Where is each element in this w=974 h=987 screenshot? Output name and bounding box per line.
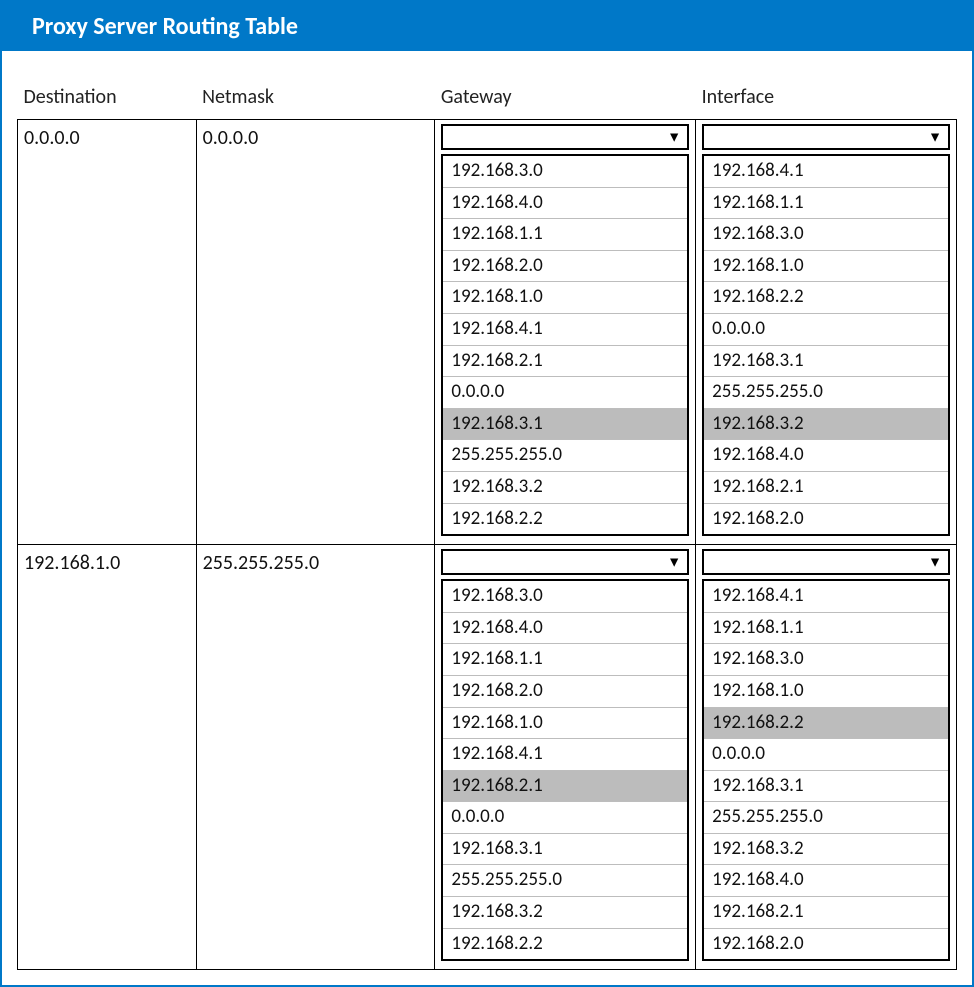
gateway-option[interactable]: 0.0.0.0 <box>443 377 687 409</box>
header-gateway: Gateway <box>435 81 696 120</box>
interface-option[interactable]: 192.168.2.2 <box>704 708 948 740</box>
table-row: 192.168.1.0255.255.255.0▼192.168.3.0192.… <box>18 545 957 970</box>
interface-dropdown[interactable]: ▼192.168.4.1192.168.1.1192.168.3.0192.16… <box>702 124 950 536</box>
gateway-dropdown-header[interactable]: ▼ <box>441 124 689 150</box>
interface-option[interactable]: 192.168.4.1 <box>704 581 948 613</box>
interface-option[interactable]: 255.255.255.0 <box>704 802 948 834</box>
header-netmask: Netmask <box>196 81 435 120</box>
title-bar: Proxy Server Routing Table <box>2 2 972 51</box>
gateway-option[interactable]: 255.255.255.0 <box>443 440 687 472</box>
chevron-down-icon: ▼ <box>667 554 681 571</box>
interface-dropdown-header[interactable]: ▼ <box>702 124 950 150</box>
gateway-option[interactable]: 192.168.2.1 <box>443 346 687 378</box>
gateway-option[interactable]: 192.168.3.0 <box>443 156 687 188</box>
gateway-option[interactable]: 192.168.2.2 <box>443 504 687 535</box>
gateway-option[interactable]: 192.168.1.1 <box>443 644 687 676</box>
gateway-dropdown[interactable]: ▼192.168.3.0192.168.4.0192.168.1.1192.16… <box>441 124 689 536</box>
interface-option[interactable]: 192.168.2.1 <box>704 472 948 504</box>
gateway-option[interactable]: 192.168.1.1 <box>443 219 687 251</box>
gateway-dropdown-header[interactable]: ▼ <box>441 549 689 575</box>
content-area: Destination Netmask Gateway Interface 0.… <box>2 51 972 985</box>
gateway-option[interactable]: 192.168.3.1 <box>443 834 687 866</box>
interface-option[interactable]: 192.168.1.1 <box>704 188 948 220</box>
interface-cell: ▼192.168.4.1192.168.1.1192.168.3.0192.16… <box>696 120 957 545</box>
gateway-option[interactable]: 192.168.3.2 <box>443 897 687 929</box>
routing-table: Destination Netmask Gateway Interface 0.… <box>17 81 957 970</box>
interface-option[interactable]: 0.0.0.0 <box>704 739 948 771</box>
gateway-option[interactable]: 192.168.2.2 <box>443 929 687 960</box>
interface-option[interactable]: 192.168.1.1 <box>704 613 948 645</box>
gateway-option[interactable]: 192.168.3.1 <box>443 409 687 441</box>
chevron-down-icon: ▼ <box>928 129 942 146</box>
interface-dropdown-list: 192.168.4.1192.168.1.1192.168.3.0192.168… <box>702 154 950 536</box>
interface-option[interactable]: 192.168.1.0 <box>704 251 948 283</box>
interface-cell: ▼192.168.4.1192.168.1.1192.168.3.0192.16… <box>696 545 957 970</box>
gateway-option[interactable]: 0.0.0.0 <box>443 802 687 834</box>
header-destination: Destination <box>18 81 197 120</box>
chevron-down-icon: ▼ <box>667 129 681 146</box>
gateway-option[interactable]: 192.168.4.0 <box>443 613 687 645</box>
interface-option[interactable]: 192.168.3.2 <box>704 834 948 866</box>
netmask-cell: 255.255.255.0 <box>196 545 435 970</box>
header-interface: Interface <box>696 81 957 120</box>
interface-option[interactable]: 255.255.255.0 <box>704 377 948 409</box>
interface-option[interactable]: 192.168.3.1 <box>704 346 948 378</box>
interface-option[interactable]: 192.168.3.1 <box>704 771 948 803</box>
gateway-option[interactable]: 192.168.2.0 <box>443 676 687 708</box>
interface-option[interactable]: 192.168.2.2 <box>704 282 948 314</box>
interface-option[interactable]: 192.168.4.0 <box>704 865 948 897</box>
gateway-cell: ▼192.168.3.0192.168.4.0192.168.1.1192.16… <box>435 120 696 545</box>
gateway-option[interactable]: 255.255.255.0 <box>443 865 687 897</box>
interface-dropdown-header[interactable]: ▼ <box>702 549 950 575</box>
gateway-dropdown-list: 192.168.3.0192.168.4.0192.168.1.1192.168… <box>441 154 689 536</box>
gateway-option[interactable]: 192.168.4.1 <box>443 739 687 771</box>
table-row: 0.0.0.00.0.0.0▼192.168.3.0192.168.4.0192… <box>18 120 957 545</box>
gateway-option[interactable]: 192.168.2.0 <box>443 251 687 283</box>
gateway-option[interactable]: 192.168.3.0 <box>443 581 687 613</box>
interface-option[interactable]: 192.168.4.0 <box>704 440 948 472</box>
gateway-dropdown[interactable]: ▼192.168.3.0192.168.4.0192.168.1.1192.16… <box>441 549 689 961</box>
gateway-option[interactable]: 192.168.2.1 <box>443 771 687 803</box>
netmask-cell: 0.0.0.0 <box>196 120 435 545</box>
gateway-option[interactable]: 192.168.1.0 <box>443 708 687 740</box>
interface-dropdown-list: 192.168.4.1192.168.1.1192.168.3.0192.168… <box>702 579 950 961</box>
interface-option[interactable]: 192.168.3.0 <box>704 644 948 676</box>
interface-option[interactable]: 192.168.2.0 <box>704 929 948 960</box>
interface-option[interactable]: 192.168.1.0 <box>704 676 948 708</box>
gateway-option[interactable]: 192.168.3.2 <box>443 472 687 504</box>
interface-option[interactable]: 192.168.2.0 <box>704 504 948 535</box>
destination-cell: 0.0.0.0 <box>18 120 197 545</box>
gateway-dropdown-list: 192.168.3.0192.168.4.0192.168.1.1192.168… <box>441 579 689 961</box>
interface-option[interactable]: 192.168.4.1 <box>704 156 948 188</box>
gateway-cell: ▼192.168.3.0192.168.4.0192.168.1.1192.16… <box>435 545 696 970</box>
gateway-option[interactable]: 192.168.1.0 <box>443 282 687 314</box>
window: Proxy Server Routing Table Destination N… <box>0 0 974 987</box>
interface-option[interactable]: 192.168.3.2 <box>704 409 948 441</box>
gateway-option[interactable]: 192.168.4.1 <box>443 314 687 346</box>
interface-dropdown[interactable]: ▼192.168.4.1192.168.1.1192.168.3.0192.16… <box>702 549 950 961</box>
interface-option[interactable]: 0.0.0.0 <box>704 314 948 346</box>
gateway-option[interactable]: 192.168.4.0 <box>443 188 687 220</box>
interface-option[interactable]: 192.168.2.1 <box>704 897 948 929</box>
chevron-down-icon: ▼ <box>928 554 942 571</box>
page-title: Proxy Server Routing Table <box>32 12 298 41</box>
destination-cell: 192.168.1.0 <box>18 545 197 970</box>
interface-option[interactable]: 192.168.3.0 <box>704 219 948 251</box>
